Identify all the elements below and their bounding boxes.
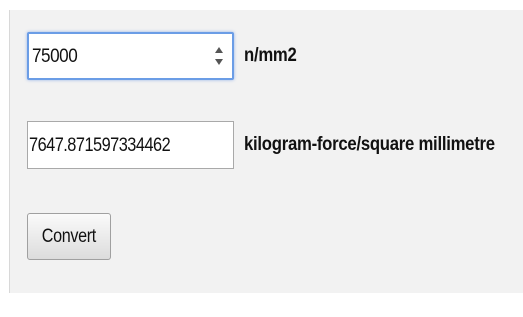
input-row: 75000 n/mm2	[27, 32, 304, 80]
value-number-input[interactable]: 75000	[27, 32, 234, 80]
result-text-field[interactable]: 7647.871597334462	[27, 121, 234, 169]
spin-up-icon[interactable]	[215, 47, 223, 53]
output-unit-label: kilogram-force/square millimetre	[244, 134, 495, 155]
convert-button-label: Convert	[41, 225, 97, 247]
output-row: 7647.871597334462 kilogram-force/square …	[27, 121, 523, 169]
spinner-arrows-icon[interactable]	[214, 46, 224, 66]
input-unit-label: n/mm2	[244, 45, 297, 66]
output-value-text: 7647.871597334462	[29, 135, 171, 156]
convert-button[interactable]: Convert	[27, 213, 111, 260]
button-row: Convert	[27, 213, 111, 260]
converter-panel: 75000 n/mm2 7647.871597334462 kilogram-f…	[9, 10, 523, 293]
spin-down-icon[interactable]	[215, 59, 223, 65]
input-value-text: 75000	[32, 46, 78, 67]
